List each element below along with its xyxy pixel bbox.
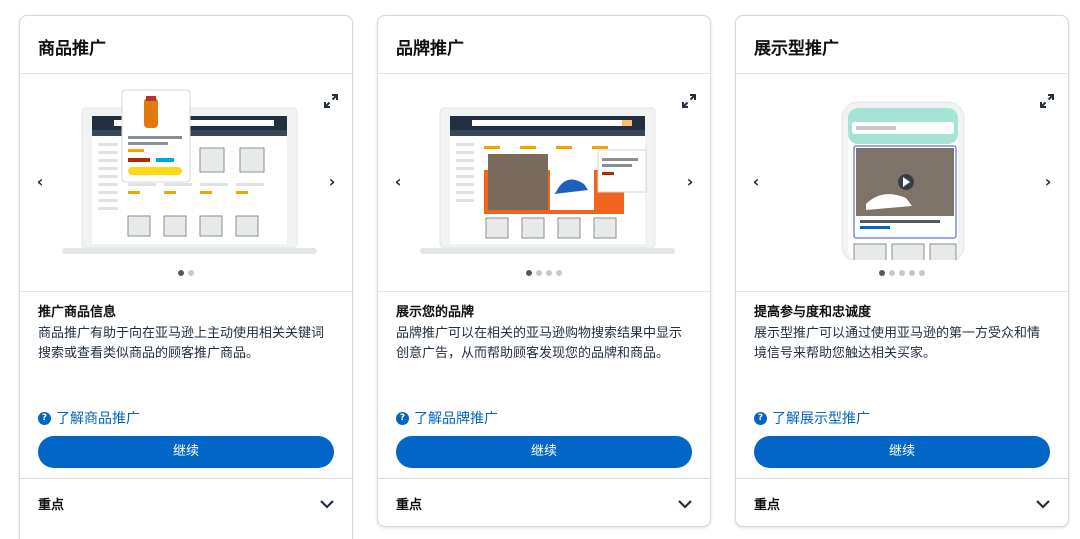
laptop-illustration bbox=[420, 107, 675, 254]
learn-more-link[interactable]: ? 了解品牌推广 bbox=[396, 408, 498, 428]
card-subtitle: 推广商品信息 bbox=[38, 305, 117, 320]
expand-icon[interactable] bbox=[1040, 94, 1054, 108]
card-description: 商品推广有助于向在亚马逊上主动使用相关关键词搜索或查看类似商品的顾客推广商品。 bbox=[38, 326, 325, 361]
carousel-dots bbox=[20, 267, 352, 276]
carousel-dot[interactable] bbox=[899, 270, 905, 276]
sponsored-brands-card: 品牌推广 ‹ › 展示您的品牌 品牌推广可以在相关的亚马逊购物搜索结果中显示创意… bbox=[377, 15, 711, 527]
carousel: ‹ › bbox=[378, 74, 710, 292]
card-subtitle: 展示您的品牌 bbox=[396, 305, 475, 320]
chevron-right-icon[interactable]: › bbox=[324, 174, 340, 190]
chevron-left-icon[interactable]: ‹ bbox=[390, 174, 406, 190]
focus-accordion[interactable]: 重点 bbox=[378, 478, 710, 526]
chevron-left-icon[interactable]: ‹ bbox=[748, 174, 764, 190]
question-circle-icon: ? bbox=[754, 411, 767, 425]
card-title: 展示型推广 bbox=[736, 16, 1068, 74]
focus-accordion[interactable]: 重点 bbox=[736, 478, 1068, 526]
laptop-illustration bbox=[62, 89, 317, 254]
phone-illustration bbox=[841, 101, 965, 260]
question-circle-icon: ? bbox=[396, 411, 409, 425]
carousel-dots bbox=[378, 267, 710, 276]
chevron-down-icon bbox=[1036, 499, 1050, 509]
focus-label: 重点 bbox=[38, 498, 65, 513]
carousel-dot[interactable] bbox=[889, 270, 895, 276]
chevron-left-icon[interactable]: ‹ bbox=[32, 174, 48, 190]
carousel-dot[interactable] bbox=[919, 270, 925, 276]
chevron-right-icon[interactable]: › bbox=[1040, 174, 1056, 190]
card-description: 品牌推广可以在相关的亚马逊购物搜索结果中显示创意广告，从而帮助顾客发现您的品牌和… bbox=[396, 326, 683, 361]
learn-more-link[interactable]: ? 了解商品推广 bbox=[38, 408, 140, 428]
focus-label: 重点 bbox=[396, 498, 423, 513]
learn-more-label: 了解商品推广 bbox=[56, 411, 140, 427]
carousel-dot[interactable] bbox=[546, 270, 552, 276]
card-subtitle: 提高参与度和忠诚度 bbox=[754, 305, 872, 320]
carousel: ‹ › bbox=[736, 74, 1068, 292]
focus-label: 重点 bbox=[754, 498, 781, 513]
expand-icon[interactable] bbox=[324, 94, 338, 108]
card-description: 展示型推广可以通过使用亚马逊的第一方受众和情境信号来帮助您触达相关买家。 bbox=[754, 326, 1041, 361]
chevron-right-icon[interactable]: › bbox=[682, 174, 698, 190]
card-title: 品牌推广 bbox=[378, 16, 710, 74]
carousel-dot[interactable] bbox=[178, 270, 184, 276]
carousel-dot[interactable] bbox=[556, 270, 562, 276]
learn-more-link[interactable]: ? 了解展示型推广 bbox=[754, 408, 870, 428]
learn-more-label: 了解品牌推广 bbox=[414, 411, 498, 427]
question-circle-icon: ? bbox=[38, 411, 51, 425]
expand-icon[interactable] bbox=[682, 94, 696, 108]
carousel-dots bbox=[736, 267, 1068, 276]
sponsored-display-card: 展示型推广 ‹ › 提高参与度和忠诚度 展示型推广可以通过使用亚马逊的第一方受众… bbox=[735, 15, 1069, 527]
carousel-dot[interactable] bbox=[536, 270, 542, 276]
sponsored-products-card: 商品推广 ‹ › 推广商品信息 商品推广有助于向在亚马逊上主动使用相关关键词搜索… bbox=[19, 15, 353, 539]
continue-button[interactable]: 继续 bbox=[396, 436, 692, 468]
learn-more-label: 了解展示型推广 bbox=[772, 411, 870, 427]
carousel-dot[interactable] bbox=[879, 270, 885, 276]
carousel-dot[interactable] bbox=[909, 270, 915, 276]
continue-button[interactable]: 继续 bbox=[38, 436, 334, 468]
carousel-dot[interactable] bbox=[526, 270, 532, 276]
card-title: 商品推广 bbox=[20, 16, 352, 74]
chevron-down-icon bbox=[320, 499, 334, 509]
chevron-down-icon bbox=[678, 499, 692, 509]
carousel: ‹ › bbox=[20, 74, 352, 292]
carousel-dot[interactable] bbox=[188, 270, 194, 276]
continue-button[interactable]: 继续 bbox=[754, 436, 1050, 468]
focus-accordion[interactable]: 重点 bbox=[20, 478, 352, 528]
